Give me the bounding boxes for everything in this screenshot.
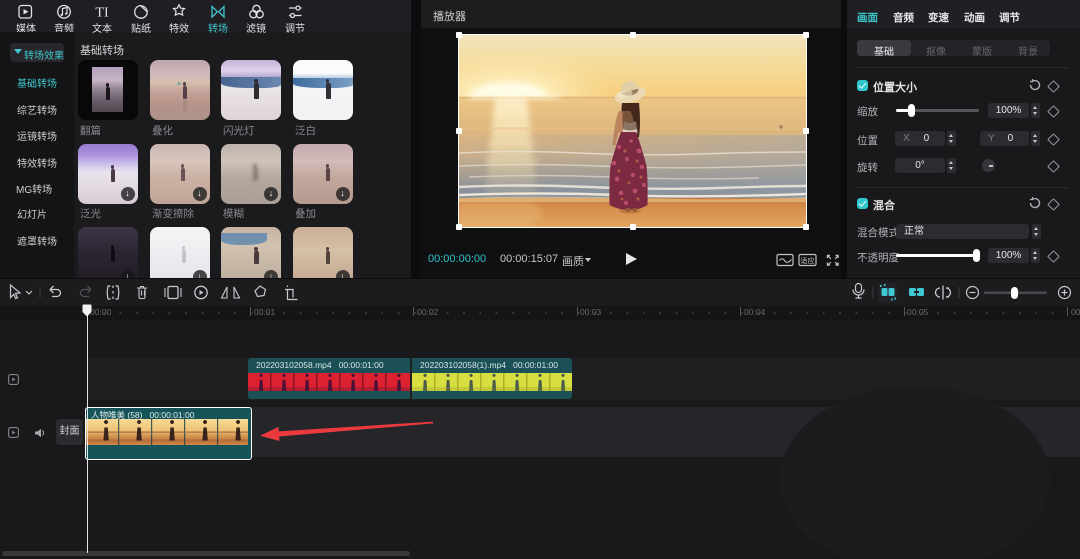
svg-text:适应: 适应 [801, 256, 815, 265]
svg-text:TI: TI [95, 6, 109, 21]
